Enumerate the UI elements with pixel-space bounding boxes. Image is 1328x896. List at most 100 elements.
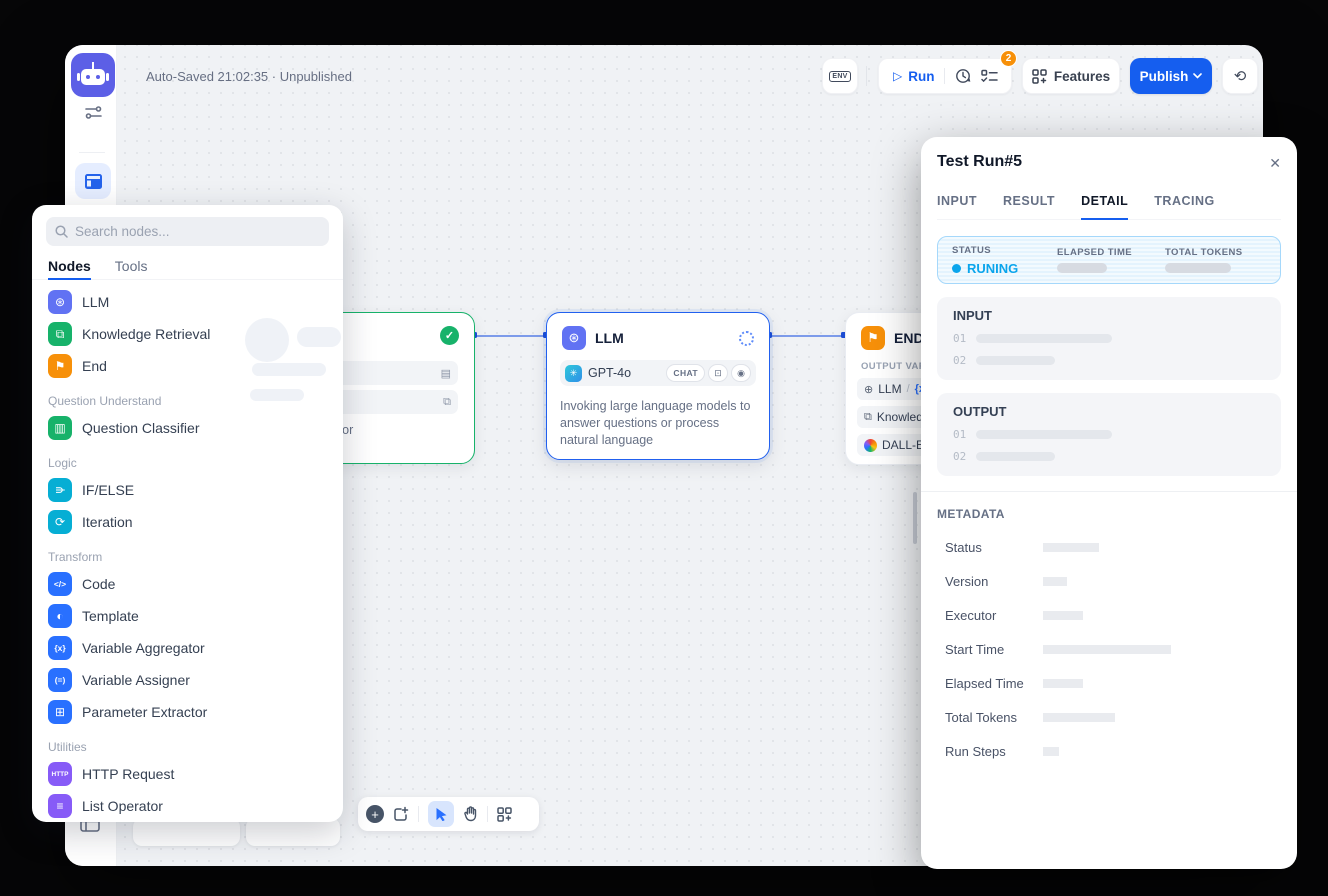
parameter-extractor-icon: ⊞	[48, 700, 72, 724]
output-line-skeleton	[976, 452, 1055, 461]
end-flag-icon: ⚑	[48, 354, 72, 378]
total-tokens-label: TOTAL TOKENS	[1165, 247, 1266, 258]
tab-nodes[interactable]: Nodes	[48, 258, 91, 279]
tab-result[interactable]: RESULT	[1003, 194, 1055, 219]
metadata-row-elapsed-time: Elapsed Time	[937, 676, 1281, 691]
history-restore-icon: ⟲	[1234, 67, 1247, 85]
node-item-variable-assigner[interactable]: (=) Variable Assigner	[32, 664, 343, 696]
run-button[interactable]: Run	[908, 69, 934, 84]
sidebar-divider	[79, 152, 105, 153]
running-spinner-icon	[739, 331, 754, 346]
robot-antenna	[92, 62, 94, 69]
knowledge-small-icon: ⧉	[864, 411, 872, 424]
organize-nodes-button[interactable]	[497, 807, 512, 822]
question-classifier-icon: ▥	[48, 416, 72, 440]
node-item-knowledge-retrieval[interactable]: ⧉ Knowledge Retrieval	[32, 318, 343, 350]
node-item-http-request[interactable]: HTTP HTTP Request	[32, 758, 343, 790]
output-line-skeleton	[976, 430, 1112, 439]
node-item-if-else[interactable]: ⋔ IF/ELSE	[32, 474, 343, 506]
env-icon: ENV	[829, 71, 850, 82]
checklist-icon[interactable]	[981, 69, 998, 84]
llm-node-title: LLM	[595, 330, 730, 346]
success-check-icon: ✓	[440, 326, 459, 345]
knowledge-retrieval-icon: ⧉	[48, 322, 72, 346]
canvas-scrollbar-thumb[interactable]	[913, 492, 917, 544]
paragraph-icon: ▤	[441, 367, 451, 380]
input-card: INPUT 01 02	[937, 297, 1281, 380]
metadata-label: METADATA	[937, 507, 1281, 521]
node-search-panel: Search nodes... Nodes Tools ⊛ LLM ⧉ Know…	[32, 205, 343, 822]
zoom-control-button[interactable]	[133, 818, 240, 846]
node-item-template[interactable]: ◐ Template	[32, 600, 343, 632]
variable-aggregator-icon: {x}	[48, 636, 72, 660]
value-skeleton	[1043, 645, 1171, 654]
metadata-row-total-tokens: Total Tokens	[937, 710, 1281, 725]
features-button[interactable]: Features	[1022, 58, 1120, 94]
value-skeleton	[1043, 747, 1059, 756]
value-skeleton	[1043, 713, 1115, 722]
publish-button[interactable]: Publish	[1130, 58, 1212, 94]
end-icon: ⚑	[861, 326, 885, 350]
workflow-settings-sliders-icon[interactable]	[85, 105, 102, 120]
output-card: OUTPUT 01 02	[937, 393, 1281, 476]
hand-mode-button[interactable]	[463, 806, 478, 822]
metadata-row-version: Version	[937, 574, 1281, 589]
run-panel-tabs: INPUT RESULT DETAIL TRACING	[937, 194, 1281, 220]
autosave-status-text: Auto-Saved 21:02:35 · Unpublished	[146, 69, 352, 84]
panel-divider	[921, 491, 1297, 492]
section-utilities: Utilities	[32, 728, 343, 758]
variable-assigner-icon: (=)	[48, 668, 72, 692]
window-icon	[84, 173, 103, 190]
edge-llm-to-end	[770, 335, 845, 337]
llm-node-description: Invoking large language models to answer…	[560, 398, 758, 449]
tab-input[interactable]: INPUT	[937, 194, 977, 219]
metadata-row-start-time: Start Time	[937, 642, 1281, 657]
status-label: STATUS	[952, 245, 1057, 256]
llm-icon: ⊛	[48, 290, 72, 314]
add-note-button[interactable]	[393, 806, 409, 822]
node-item-iteration[interactable]: ⟳ Iteration	[32, 506, 343, 538]
node-item-llm[interactable]: ⊛ LLM	[32, 286, 343, 318]
node-item-parameter-extractor[interactable]: ⊞ Parameter Extractor	[32, 696, 343, 728]
toolbar-divider	[866, 66, 867, 86]
node-item-list-operator[interactable]: ≡ List Operator	[32, 790, 343, 822]
env-variables-button[interactable]: ENV	[822, 58, 858, 94]
version-history-button[interactable]: ⟲	[1222, 58, 1258, 94]
sidebar-preview-window-button[interactable]	[75, 163, 111, 199]
node-item-end[interactable]: ⚑ End	[32, 350, 343, 382]
chat-mode-tag: CHAT	[666, 364, 705, 382]
vision-eye-icon: ◉	[731, 364, 751, 382]
search-input[interactable]: Search nodes...	[46, 217, 329, 246]
section-transform: Transform	[32, 538, 343, 568]
section-question-understand: Question Understand	[32, 382, 343, 412]
pointer-mode-button[interactable]	[428, 801, 454, 827]
tab-tools[interactable]: Tools	[115, 258, 148, 279]
total-tokens-skeleton	[1165, 263, 1231, 273]
run-history-clock-icon[interactable]	[955, 68, 971, 84]
close-icon[interactable]: ✕	[1269, 155, 1281, 172]
tab-detail[interactable]: DETAIL	[1081, 194, 1128, 219]
chevron-down-icon	[1193, 73, 1202, 79]
model-name: GPT-4o	[588, 366, 663, 380]
metadata-row-executor: Executor	[937, 608, 1281, 623]
copy-icon: ⧉	[443, 396, 451, 409]
app-logo-robot-icon[interactable]	[71, 53, 115, 97]
value-skeleton	[1043, 577, 1067, 586]
tab-tracing[interactable]: TRACING	[1154, 194, 1214, 219]
run-panel-title: Test Run#5	[937, 153, 1022, 171]
node-item-question-classifier[interactable]: ▥ Question Classifier	[32, 412, 343, 444]
node-item-code[interactable]: </> Code	[32, 568, 343, 600]
canvas-control-button[interactable]	[246, 818, 340, 846]
add-node-button[interactable]: +	[366, 805, 384, 823]
search-icon	[55, 225, 68, 238]
if-else-branch-icon: ⋔	[48, 478, 72, 502]
elapsed-time-label: ELAPSED TIME	[1057, 247, 1165, 258]
canvas-toolbar: +	[358, 797, 539, 831]
checklist-badge: 2	[1000, 50, 1017, 67]
robot-icon: ⊡	[708, 364, 728, 382]
llm-model-selector[interactable]: ✳ GPT-4o CHAT ⊡ ◉	[560, 360, 756, 386]
edge-start-to-llm	[475, 335, 546, 337]
input-line-skeleton	[976, 334, 1112, 343]
metadata-row-run-steps: Run Steps	[937, 744, 1281, 759]
node-item-variable-aggregator[interactable]: {x} Variable Aggregator	[32, 632, 343, 664]
